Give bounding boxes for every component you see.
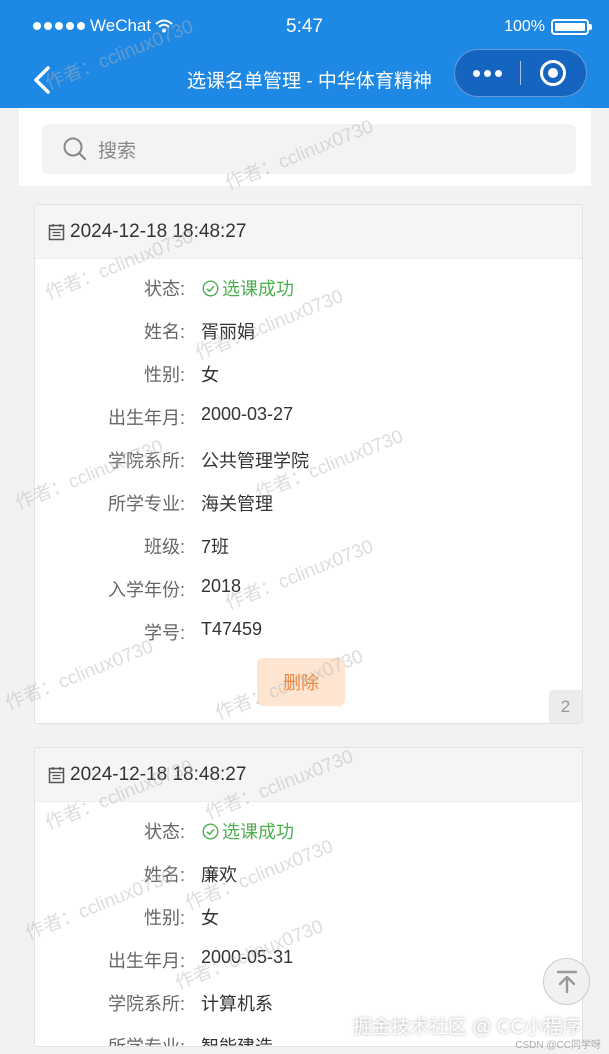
field-label: 出生年月: <box>107 408 185 428</box>
field-value: 2000-05-31 <box>201 947 294 967</box>
field-label: 性别: <box>143 365 185 385</box>
field-label: 性别: <box>143 908 185 928</box>
field-value: 女 <box>201 365 219 385</box>
navigation-bar: 选课名单管理 - 中华体育精神 <box>0 49 609 108</box>
record-header: 2024-12-18 18:48:27 <box>35 205 582 259</box>
field-value: 计算机系 <box>201 994 273 1014</box>
field-label: 姓名: <box>143 865 185 885</box>
index-badge: 2 <box>549 690 582 723</box>
back-to-top-button[interactable] <box>543 958 590 1005</box>
field-name: 姓名: 胥丽娟 <box>35 306 582 349</box>
battery-icon <box>551 19 592 35</box>
calendar-icon <box>48 223 65 240</box>
field-value: 2000-03-27 <box>201 404 294 424</box>
field-value: 廉欢 <box>201 865 237 885</box>
field-label: 入学年份: <box>107 580 185 600</box>
field-enroll-year: 入学年份: 2018 <box>35 564 582 607</box>
field-name: 姓名: 廉欢 <box>35 849 582 892</box>
field-value: 智能建造 <box>201 1037 273 1047</box>
field-value: 女 <box>201 908 219 928</box>
field-status: 状态: 选课成功 <box>35 263 582 306</box>
field-value: 胥丽娟 <box>201 322 255 342</box>
battery-percent: 100% <box>504 18 545 35</box>
battery-status: 100% <box>504 18 592 36</box>
field-value: 公共管理学院 <box>201 451 309 471</box>
status-badge: 选课成功 <box>202 275 294 301</box>
record-header: 2024-12-18 18:48:27 <box>35 748 582 802</box>
field-label: 状态: <box>143 279 185 299</box>
back-to-top-icon <box>556 970 577 993</box>
record-datetime: 2024-12-18 18:48:27 <box>70 220 247 242</box>
field-label: 学院系所: <box>107 451 185 471</box>
field-label: 出生年月: <box>107 951 185 971</box>
check-circle-icon <box>202 822 219 840</box>
footer-csdn: CSDN @CC同学呀 <box>515 1040 601 1051</box>
record-card: 2024-12-18 18:48:27 状态: 选课成功 姓名: 胥丽娟 性别: 女… <box>34 204 583 724</box>
delete-button[interactable]: 删除 <box>257 658 345 706</box>
calendar-icon <box>48 766 65 783</box>
field-status: 状态: 选课成功 <box>35 806 582 849</box>
field-label: 状态: <box>143 822 185 842</box>
field-label: 班级: <box>143 537 185 557</box>
field-student-id: 学号: T47459 <box>35 607 582 650</box>
status-bar: WeChat 5:47 100% <box>0 0 609 52</box>
field-value: 海关管理 <box>201 494 273 514</box>
field-college: 学院系所: 公共管理学院 <box>35 435 582 478</box>
field-major: 所学专业: 海关管理 <box>35 478 582 521</box>
field-label: 学院系所: <box>107 994 185 1014</box>
record-card: 2024-12-18 18:48:27 状态: 选课成功 姓名: 廉欢 性别: 女 … <box>34 747 583 1047</box>
field-label: 所学专业: <box>107 1037 185 1047</box>
field-birth: 出生年月: 2000-05-31 <box>35 935 582 978</box>
field-label: 所学专业: <box>107 494 185 514</box>
search-bar-container: 搜索 <box>19 108 591 186</box>
status-text: 选课成功 <box>222 822 294 842</box>
search-input[interactable]: 搜索 <box>42 124 576 174</box>
field-value: T47459 <box>201 619 263 639</box>
more-icon[interactable] <box>455 50 520 96</box>
close-miniprogram-icon[interactable] <box>521 50 586 96</box>
miniprogram-capsule <box>454 49 587 97</box>
check-circle-icon <box>202 279 219 297</box>
footer-brand: 掘金技术社区 @ CC小程序 <box>353 1017 582 1038</box>
field-birth: 出生年月: 2000-03-27 <box>35 392 582 435</box>
search-placeholder: 搜索 <box>98 140 137 162</box>
field-gender: 性别: 女 <box>35 892 582 935</box>
field-value: 2018 <box>201 576 242 596</box>
field-label: 学号: <box>143 623 185 643</box>
record-datetime: 2024-12-18 18:48:27 <box>70 763 247 785</box>
status-badge: 选课成功 <box>202 818 294 844</box>
status-text: 选课成功 <box>222 279 294 299</box>
field-class: 班级: 7班 <box>35 521 582 564</box>
field-value: 7班 <box>201 537 230 557</box>
field-label: 姓名: <box>143 322 185 342</box>
field-gender: 性别: 女 <box>35 349 582 392</box>
search-icon <box>63 137 87 161</box>
